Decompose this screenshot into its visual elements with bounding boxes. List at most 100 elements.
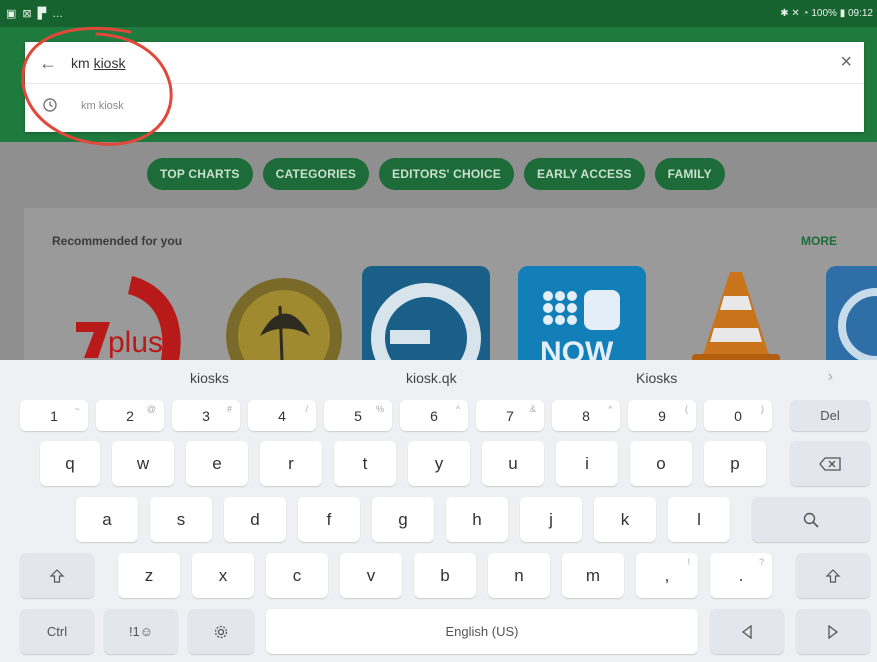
search-query-plain: km [71, 55, 94, 71]
key-comma[interactable]: ,! [636, 553, 698, 598]
key-sup: / [305, 404, 308, 414]
key-y[interactable]: y [408, 441, 470, 486]
key-7[interactable]: 7 & [476, 400, 544, 431]
key-a[interactable]: a [76, 497, 138, 542]
key-label: 5 [354, 407, 362, 424]
key-v[interactable]: v [340, 553, 402, 598]
key-r[interactable]: r [260, 441, 322, 486]
prediction-1[interactable]: kiosks [190, 370, 229, 386]
key-6[interactable]: 6 ^ [400, 400, 468, 431]
key-f[interactable]: f [298, 497, 360, 542]
search-input[interactable]: km kiosk [71, 55, 125, 71]
backspace-key[interactable] [790, 441, 870, 486]
key-b[interactable]: b [414, 553, 476, 598]
key-t[interactable]: t [334, 441, 396, 486]
key-1[interactable]: 1 ~ [20, 400, 88, 431]
on-screen-keyboard: kiosks kiosk.qk Kiosks › 1 ~ 2 @ 3 # 4/ 5% … [0, 360, 877, 662]
key-n[interactable]: n [488, 553, 550, 598]
app-edge-icon[interactable] [826, 266, 877, 366]
key-label: 1 [50, 407, 58, 424]
cursor-right-key[interactable] [796, 609, 870, 654]
app-vlc-icon[interactable] [672, 266, 800, 366]
shift-key-left[interactable] [20, 553, 94, 598]
key-sup: ? [758, 557, 764, 567]
prediction-3[interactable]: Kiosks [636, 370, 677, 386]
key-2[interactable]: 2 @ [96, 400, 164, 431]
key-q[interactable]: q [40, 441, 100, 486]
key-k[interactable]: k [594, 497, 656, 542]
key-u[interactable]: u [482, 441, 544, 486]
key-e[interactable]: e [186, 441, 248, 486]
key-g[interactable]: g [372, 497, 434, 542]
key-label: 7 [506, 407, 514, 424]
key-5[interactable]: 5% [324, 400, 392, 431]
suggestion-text: km kiosk [81, 100, 124, 112]
clear-icon[interactable]: × [840, 52, 852, 72]
ctrl-key[interactable]: Ctrl [20, 609, 94, 654]
chip-top-charts[interactable]: TOP CHARTS [147, 158, 253, 190]
key-z[interactable]: z [118, 553, 180, 598]
key-label: 8 [582, 407, 590, 424]
status-bar: ▣ ⊠ ▛ … ✱ ✕ ◔ 100% ▮ 09:12 [0, 0, 877, 27]
back-arrow-icon[interactable]: ← [39, 53, 59, 73]
triangle-right-icon [828, 624, 839, 639]
key-0[interactable]: 0) [704, 400, 772, 431]
key-4[interactable]: 4/ [248, 400, 316, 431]
key-label: . [738, 565, 744, 585]
app-national-parks-icon[interactable] [220, 266, 348, 366]
app-9now-icon[interactable]: NOW [518, 266, 646, 366]
key-sup: ^ [455, 404, 460, 414]
search-bar: ← km kiosk × [25, 42, 864, 84]
key-9[interactable]: 9( [628, 400, 696, 431]
app-speech-icon[interactable] [362, 266, 490, 366]
key-j[interactable]: j [520, 497, 582, 542]
key-l[interactable]: l [668, 497, 730, 542]
backspace-icon [819, 456, 841, 471]
key-s[interactable]: s [150, 497, 212, 542]
chip-categories[interactable]: CATEGORIES [262, 158, 370, 190]
prediction-bar: kiosks kiosk.qk Kiosks › [0, 360, 877, 396]
app-7plus-icon[interactable]: plus [70, 266, 198, 366]
key-label: 6 [430, 407, 438, 424]
gear-icon [214, 625, 228, 638]
search-key[interactable] [752, 497, 870, 542]
cursor-left-key[interactable] [710, 609, 784, 654]
chip-editors-choice[interactable]: EDITORS' CHOICE [379, 158, 515, 190]
key-3[interactable]: 3 # [172, 400, 240, 431]
key-label: 4 [278, 407, 286, 424]
recommended-title: Recommended for you [52, 234, 183, 248]
delete-key[interactable]: Del [790, 400, 870, 431]
suggestion-item[interactable]: km kiosk [25, 88, 864, 128]
prediction-expand-icon[interactable]: › [828, 368, 833, 386]
key-h[interactable]: h [446, 497, 508, 542]
key-m[interactable]: m [562, 553, 624, 598]
key-d[interactable]: d [224, 497, 286, 542]
settings-key[interactable] [188, 609, 254, 654]
key-label: 9 [658, 407, 666, 424]
key-i[interactable]: i [556, 441, 618, 486]
more-button[interactable]: MORE [801, 234, 837, 248]
key-o[interactable]: o [630, 441, 692, 486]
key-sup: & [529, 404, 536, 414]
ellipsis-icon: … [52, 7, 64, 20]
status-left-icons: ▣ ⊠ ▛ … [6, 7, 64, 21]
chip-family[interactable]: FAMILY [654, 158, 725, 190]
key-c[interactable]: c [266, 553, 328, 598]
chip-early-access[interactable]: EARLY ACCESS [524, 158, 645, 190]
symbols-key[interactable]: !1☺ [104, 609, 178, 654]
plus-text: plus [108, 326, 163, 359]
key-w[interactable]: w [112, 441, 174, 486]
key-period[interactable]: .? [710, 553, 772, 598]
key-label: , [664, 565, 670, 585]
key-8[interactable]: 8 * [552, 400, 620, 431]
history-icon [43, 98, 57, 112]
space-key[interactable]: English (US) [266, 609, 698, 654]
key-label: 2 [126, 407, 134, 424]
search-panel: ← km kiosk × km kiosk [25, 42, 864, 132]
search-icon [803, 512, 819, 528]
key-p[interactable]: p [704, 441, 766, 486]
shift-key-right[interactable] [796, 553, 870, 598]
prediction-2[interactable]: kiosk.qk [406, 370, 457, 386]
key-sup: @ [146, 404, 156, 414]
key-x[interactable]: x [192, 553, 254, 598]
